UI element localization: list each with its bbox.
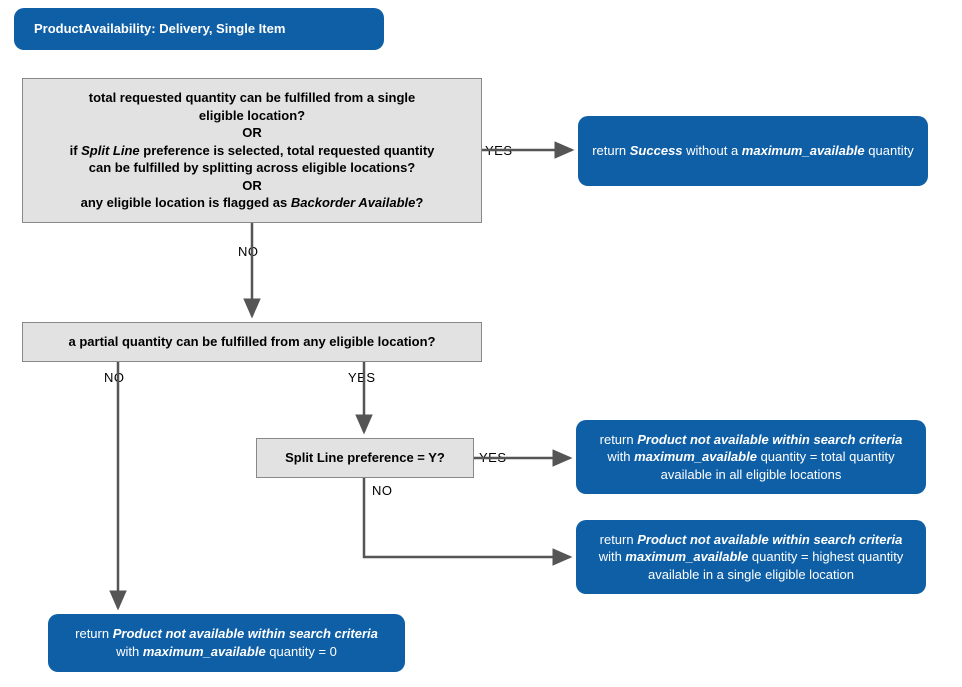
label-yes-2: YES (348, 370, 376, 385)
label-yes-3: YES (479, 450, 507, 465)
result-not-available-total: return Product not available within sear… (576, 420, 926, 494)
decision-partial-quantity: a partial quantity can be fulfilled from… (22, 322, 482, 362)
flowchart-title: ProductAvailability: Delivery, Single It… (14, 8, 384, 50)
label-yes-1: YES (485, 143, 513, 158)
decision-split-line-pref: Split Line preference = Y? (256, 438, 474, 478)
decision-fulfill-single-location: total requested quantity can be fulfille… (22, 78, 482, 223)
title-text: ProductAvailability: Delivery, Single It… (34, 20, 285, 38)
result-not-available-highest: return Product not available within sear… (576, 520, 926, 594)
label-no-1: NO (238, 244, 259, 259)
result-not-available-zero: return Product not available within sear… (48, 614, 405, 672)
label-no-3: NO (372, 483, 393, 498)
result-success: return Success without a maximum_availab… (578, 116, 928, 186)
label-no-2: NO (104, 370, 125, 385)
